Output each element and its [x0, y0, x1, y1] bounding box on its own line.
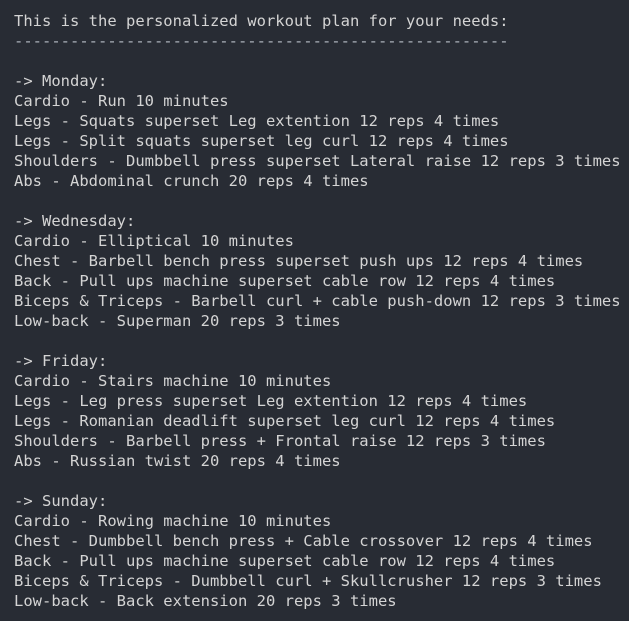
day-heading: -> Wednesday: [14, 212, 136, 230]
separator-line: ----------------------------------------… [14, 32, 509, 50]
day-heading: -> Monday: [14, 72, 108, 90]
exercise-line: Legs - Romanian deadlift superset leg cu… [14, 412, 556, 430]
exercise-line: Cardio - Stairs machine 10 minutes [14, 372, 332, 390]
exercise-line: Chest - Barbell bench press superset pus… [14, 252, 584, 270]
exercise-line: Shoulders - Barbell press + Frontal rais… [14, 432, 546, 450]
exercise-line: Cardio - Elliptical 10 minutes [14, 232, 294, 250]
day-block-friday: -> Friday: Cardio - Stairs machine 10 mi… [14, 351, 629, 471]
exercise-line: Low-back - Back extension 20 reps 3 time… [14, 592, 397, 610]
day-heading: -> Sunday: [14, 492, 108, 510]
terminal-output: This is the personalized workout plan fo… [0, 0, 629, 621]
day-block-sunday: -> Sunday: Cardio - Rowing machine 10 mi… [14, 491, 629, 611]
exercise-line: Legs - Split squats superset leg curl 12… [14, 132, 509, 150]
exercise-line: Biceps & Triceps - Dumbbell curl + Skull… [14, 572, 602, 590]
day-block-wednesday: -> Wednesday: Cardio - Elliptical 10 min… [14, 211, 629, 331]
exercise-line: Back - Pull ups machine superset cable r… [14, 272, 556, 290]
day-block-monday: -> Monday: Cardio - Run 10 minutes Legs … [14, 71, 629, 191]
exercise-line: Cardio - Run 10 minutes [14, 92, 229, 110]
exercise-line: Chest - Dumbbell bench press + Cable cro… [14, 532, 593, 550]
exercise-line: Legs - Leg press superset Leg extention … [14, 392, 528, 410]
exercise-line: Cardio - Rowing machine 10 minutes [14, 512, 332, 530]
intro-text: This is the personalized workout plan fo… [14, 12, 509, 30]
exercise-line: Legs - Squats superset Leg extention 12 … [14, 112, 500, 130]
exercise-line: Biceps & Triceps - Barbell curl + cable … [14, 292, 621, 310]
exercise-line: Abs - Russian twist 20 reps 4 times [14, 452, 341, 470]
exercise-line: Shoulders - Dumbbell press superset Late… [14, 152, 621, 170]
exercise-line: Low-back - Superman 20 reps 3 times [14, 312, 341, 330]
exercise-line: Back - Pull ups machine superset cable r… [14, 552, 556, 570]
exercise-line: Abs - Abdominal crunch 20 reps 4 times [14, 172, 369, 190]
day-heading: -> Friday: [14, 352, 108, 370]
